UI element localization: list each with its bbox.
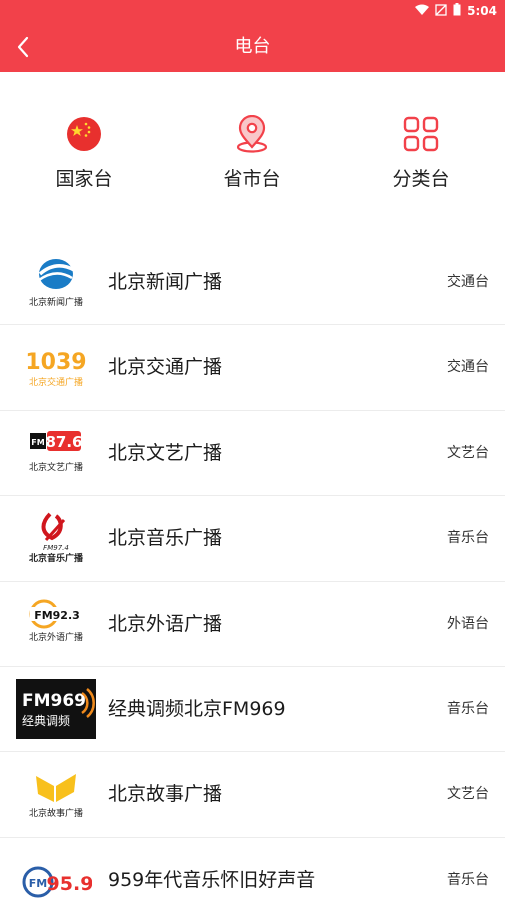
logo-text: 1039	[25, 350, 86, 375]
category-label: 省市台	[223, 168, 281, 190]
station-name: 北京交通广播	[108, 356, 223, 379]
wifi-icon	[415, 4, 430, 19]
logo-text: 87.6	[45, 433, 82, 451]
station-name: 北京外语广播	[108, 612, 223, 635]
station-row[interactable]: FM 87.6 北京文艺广播 北京文艺广播 文艺台	[0, 411, 505, 497]
station-tag: 音乐台	[447, 530, 489, 547]
logo-sub: 北京文艺广播	[29, 461, 83, 473]
station-tag: 文艺台	[447, 444, 489, 461]
station-row[interactable]: 1039 北京交通广播 北京交通广播 交通台	[0, 325, 505, 411]
logo-text: FM97.4	[43, 544, 69, 552]
station-name: 北京新闻广播	[108, 271, 223, 293]
logo-text: FM969	[22, 691, 86, 711]
station-row[interactable]: 北京新闻广播 北京新闻广播 交通台	[0, 240, 505, 326]
station-tag: 音乐台	[447, 700, 489, 717]
station-logo: FM 95.9	[16, 850, 96, 899]
logo-text: FM92.3	[34, 609, 80, 622]
battery-icon	[453, 3, 461, 19]
station-tag: 交通台	[447, 359, 489, 376]
station-logo: FM969 经典调频	[16, 678, 96, 739]
station-row[interactable]: 北京故事广播 北京故事广播 文艺台	[0, 752, 505, 838]
logo-text: 北京新闻广播	[29, 296, 83, 308]
station-logo: 1039 北京交通广播	[16, 337, 96, 397]
category-label: 分类台	[392, 168, 450, 190]
station-row[interactable]: FM92.3 北京外语广播 北京外语广播 外语台	[0, 582, 505, 667]
status-bar: 5:04	[0, 0, 505, 22]
station-tag: 外语台	[447, 615, 489, 632]
station-logo: 北京故事广播	[16, 764, 96, 824]
station-tag: 交通台	[447, 274, 489, 290]
logo-sub: 北京外语广播	[29, 631, 83, 643]
logo-sub: 北京交通广播	[29, 376, 83, 388]
station-logo: FM97.4 北京音乐广播	[16, 508, 96, 568]
station-name: 北京音乐广播	[108, 527, 223, 550]
category-province[interactable]: 省市台	[192, 114, 312, 191]
location-pin-icon	[232, 114, 272, 154]
station-logo: FM92.3 北京外语广播	[16, 594, 96, 654]
page-title: 电台	[234, 36, 271, 57]
category-bar: 国家台 省市台 分类台	[0, 72, 505, 232]
station-logo: FM 87.6 北京文艺广播	[16, 423, 96, 483]
station-name: 经典调频北京FM969	[108, 697, 286, 720]
svg-text:FM: FM	[29, 877, 47, 890]
logo-text: 北京故事广播	[29, 807, 83, 819]
category-type[interactable]: 分类台	[361, 114, 481, 191]
china-flag-icon	[64, 114, 104, 154]
station-name: 北京文艺广播	[108, 441, 223, 464]
logo-sub: 北京音乐广播	[29, 552, 84, 564]
station-row[interactable]: FM 95.9 959年代音乐怀旧好声音 音乐台	[0, 838, 505, 899]
app-header: 电台	[0, 22, 505, 72]
station-logo: 北京新闻广播	[16, 252, 96, 312]
svg-text:FM: FM	[31, 438, 44, 447]
station-name: 959年代音乐怀旧好声音	[108, 868, 316, 891]
station-tag: 文艺台	[447, 786, 489, 803]
status-time: 5:04	[467, 4, 497, 18]
station-row[interactable]: FM969 经典调频 经典调频北京FM969 音乐台	[0, 667, 505, 753]
logo-text: 95.9	[47, 873, 92, 895]
logo-sub: 经典调频	[22, 714, 70, 728]
station-row[interactable]: FM97.4 北京音乐广播 北京音乐广播 音乐台	[0, 496, 505, 582]
grid-icon	[401, 114, 441, 154]
station-list: 北京新闻广播 北京新闻广播 交通台 1039 北京交通广播 北京交通广播 交通台…	[0, 240, 505, 899]
category-label: 国家台	[55, 168, 113, 190]
category-national[interactable]: 国家台	[24, 114, 144, 191]
station-name: 北京故事广播	[108, 783, 223, 806]
no-signal-icon	[435, 3, 447, 19]
station-tag: 音乐台	[447, 871, 489, 888]
